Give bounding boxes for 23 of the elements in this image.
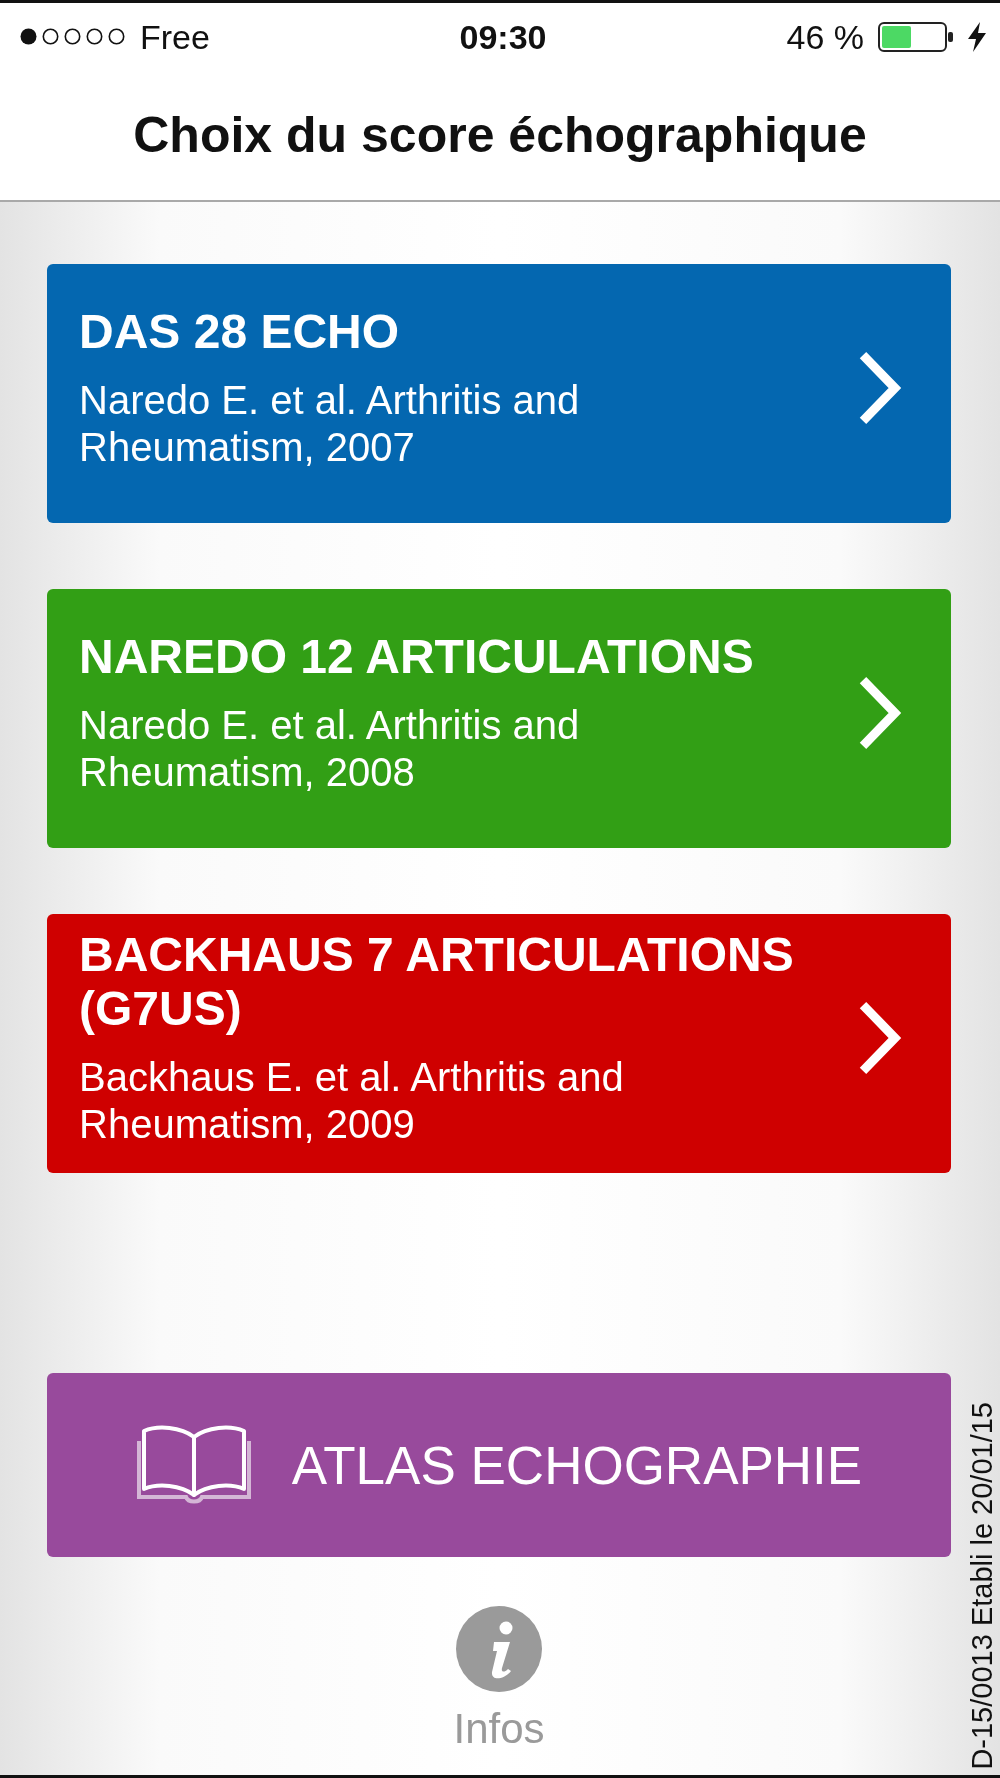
atlas-button[interactable]: ATLAS ECHOGRAPHIE: [47, 1373, 951, 1557]
signal-icon: [20, 28, 126, 45]
score-title: BACKHAUS 7 ARTICULATIONS (G7US): [79, 927, 795, 1036]
infos-button[interactable]: Infos: [453, 1606, 545, 1753]
battery-icon: [878, 21, 954, 52]
header-title: Choix du score échographique: [133, 106, 867, 165]
score-title: DAS 28 ECHO: [79, 304, 401, 359]
battery-percent: 46 %: [786, 16, 864, 57]
score-card[interactable]: BACKHAUS 7 ARTICULATIONS (G7US) Backhaus E. et al. Arthritis and Rheumatism, 2009: [47, 914, 951, 1173]
score-card[interactable]: DAS 28 ECHO Naredo E. et al. Arthritis and Rheumatism, 2007: [47, 264, 951, 523]
charging-bolt-icon: [968, 21, 986, 52]
chevron-icon: [858, 1000, 903, 1075]
score-reference: Backhaus E. et al. Arthritis and Rheumatism, 2009: [79, 1053, 625, 1148]
carrier-name: Free: [140, 16, 210, 57]
document-code: D-15/0013 Etabli le 20/01/15: [967, 1402, 999, 1770]
chevron-icon: [858, 675, 903, 750]
score-title: NAREDO 12 ARTICULATIONS: [79, 629, 755, 684]
score-reference: Naredo E. et al. Arthritis and Rheumatism, 2008: [79, 701, 581, 796]
score-card[interactable]: NAREDO 12 ARTICULATIONS Naredo E. et al. Arthritis and Rheumatism, 2008: [47, 589, 951, 848]
chevron-icon: [858, 350, 903, 425]
status-time: 09:30: [459, 16, 547, 57]
score-reference: Naredo E. et al. Arthritis and Rheumatism, 2007: [79, 376, 581, 471]
info-icon: [456, 1606, 542, 1692]
